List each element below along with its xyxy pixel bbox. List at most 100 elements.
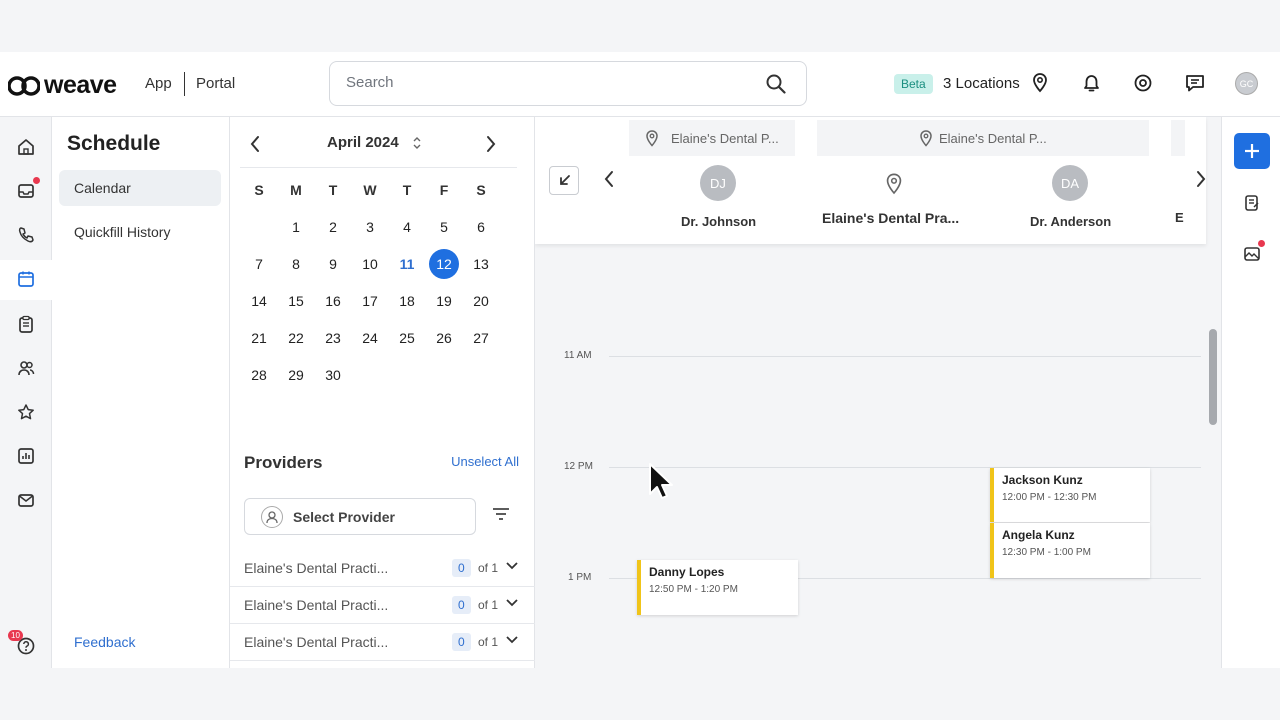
weekday-label: W: [363, 182, 377, 198]
search-box[interactable]: [329, 61, 807, 106]
provider-column-name[interactable]: Dr. Anderson: [1030, 214, 1111, 229]
calendar-day[interactable]: 21: [244, 323, 274, 353]
select-provider-label: Select Provider: [293, 509, 395, 525]
calendar-day[interactable]: 22: [281, 323, 311, 353]
calendar-day[interactable]: 26: [429, 323, 459, 353]
app-link[interactable]: App: [145, 75, 172, 92]
location-column-name[interactable]: Elaine's Dental Pra...: [822, 210, 959, 226]
help-badge: 10: [8, 630, 23, 641]
selected-day[interactable]: 12: [429, 249, 459, 279]
calendar-day[interactable]: 23: [318, 323, 348, 353]
settings-icon[interactable]: [1133, 73, 1153, 93]
sidebar-item-calendar[interactable]: Calendar: [59, 170, 221, 206]
calendar-day[interactable]: 11: [392, 249, 422, 279]
calendar-day[interactable]: 19: [429, 286, 459, 316]
home-icon[interactable]: [17, 138, 35, 156]
scrollbar-thumb[interactable]: [1209, 329, 1217, 425]
provider-row[interactable]: Elaine's Dental Practi... 0 of 1: [230, 587, 535, 624]
calendar-day[interactable]: 13: [466, 249, 496, 279]
provider-avatar: DA: [1052, 165, 1088, 201]
add-appointment-button[interactable]: [1234, 133, 1270, 169]
provider-name: Elaine's Dental Practi...: [244, 560, 389, 576]
calendar-day[interactable]: 17: [355, 286, 385, 316]
calendar-day[interactable]: 24: [355, 323, 385, 353]
chevron-down-icon[interactable]: [506, 562, 518, 570]
contacts-icon[interactable]: [17, 359, 35, 377]
provider-column-name[interactable]: E: [1175, 210, 1184, 225]
chevron-left-icon[interactable]: [603, 170, 615, 188]
star-icon[interactable]: [17, 403, 35, 421]
chevron-down-icon[interactable]: [506, 636, 518, 644]
month-label[interactable]: April 2024: [327, 134, 399, 151]
logo-text: weave: [44, 71, 117, 99]
chevron-down-icon[interactable]: [506, 599, 518, 607]
provider-row[interactable]: Elaine's Dental Practi... 0 of 1: [230, 550, 535, 587]
locations-selector[interactable]: 3 Locations: [943, 75, 1020, 92]
calendar-day[interactable]: 6: [466, 212, 496, 242]
select-provider-button[interactable]: Select Provider: [244, 498, 476, 535]
provider-total: of 1: [478, 561, 499, 575]
calendar-day[interactable]: 28: [244, 360, 274, 390]
calendar-day[interactable]: 4: [392, 212, 422, 242]
search-icon[interactable]: [766, 74, 786, 94]
inbox-icon[interactable]: [17, 182, 35, 200]
sidebar-item-quickfill-history[interactable]: Quickfill History: [59, 214, 221, 250]
image-gallery-icon[interactable]: [1243, 245, 1261, 263]
provider-row[interactable]: Elaine's Dental Practi... 0 of 1: [230, 624, 535, 661]
scroll-track: [1206, 244, 1221, 668]
calendar-day[interactable]: 18: [392, 286, 422, 316]
calendar-day[interactable]: 14: [244, 286, 274, 316]
provider-count-badge: 0: [452, 559, 471, 577]
phone-icon[interactable]: [17, 226, 35, 244]
calendar-day[interactable]: 5: [429, 212, 459, 242]
filter-icon[interactable]: [492, 507, 510, 521]
unselect-all-link[interactable]: Unselect All: [451, 454, 519, 469]
portal-link[interactable]: Portal: [196, 75, 235, 92]
calendar-day[interactable]: 16: [318, 286, 348, 316]
calendar-day[interactable]: 2: [318, 212, 348, 242]
calendar-day[interactable]: 3: [355, 212, 385, 242]
notes-icon[interactable]: [1243, 194, 1261, 212]
calendar-day[interactable]: 20: [466, 286, 496, 316]
messages-icon[interactable]: [1185, 73, 1205, 93]
calendar-day[interactable]: 1: [281, 212, 311, 242]
patient-name: Angela Kunz: [1002, 528, 1075, 542]
feedback-link[interactable]: Feedback: [74, 634, 135, 650]
appointment-card[interactable]: Danny Lopes 12:50 PM - 1:20 PM: [637, 560, 798, 615]
provider-name: Elaine's Dental Practi...: [244, 634, 389, 650]
mail-icon[interactable]: [17, 491, 35, 509]
location-chip[interactable]: Elaine's Dental P...: [817, 120, 1149, 156]
weave-logo[interactable]: weave: [8, 71, 117, 100]
location-chip[interactable]: [1171, 120, 1185, 156]
calendar-day[interactable]: 10: [355, 249, 385, 279]
weekday-label: S: [476, 182, 486, 198]
chevron-right-icon[interactable]: [1195, 170, 1207, 188]
user-avatar[interactable]: GC: [1235, 72, 1258, 95]
search-input[interactable]: [346, 74, 746, 91]
calendar-day[interactable]: 29: [281, 360, 311, 390]
calendar-day[interactable]: 25: [392, 323, 422, 353]
bell-icon[interactable]: [1082, 73, 1101, 93]
calendar-day[interactable]: 27: [466, 323, 496, 353]
provider-column-name[interactable]: Dr. Johnson: [681, 214, 756, 229]
location-pin-icon[interactable]: [1032, 73, 1048, 93]
weave-logo-icon: [8, 75, 40, 96]
calendar-day[interactable]: 9: [318, 249, 348, 279]
appointment-card[interactable]: Jackson Kunz 12:00 PM - 12:30 PM: [990, 468, 1150, 522]
sort-toggle-icon[interactable]: [412, 135, 422, 151]
analytics-icon[interactable]: [17, 447, 35, 465]
calendar-icon[interactable]: [17, 270, 35, 288]
back-to-today-button[interactable]: [549, 166, 579, 195]
appointment-time: 12:50 PM - 1:20 PM: [649, 584, 738, 595]
patient-name: Jackson Kunz: [1002, 473, 1083, 487]
chevron-left-icon[interactable]: [249, 135, 261, 153]
calendar-day[interactable]: 7: [244, 249, 274, 279]
appointment-card[interactable]: Angela Kunz 12:30 PM - 1:00 PM: [990, 523, 1150, 578]
location-chip[interactable]: Elaine's Dental P...: [629, 120, 795, 156]
calendar-day[interactable]: 30: [318, 360, 348, 390]
clipboard-icon[interactable]: [17, 315, 35, 333]
chevron-right-icon[interactable]: [485, 135, 497, 153]
left-nav: [0, 117, 52, 668]
calendar-day[interactable]: 8: [281, 249, 311, 279]
calendar-day[interactable]: 15: [281, 286, 311, 316]
